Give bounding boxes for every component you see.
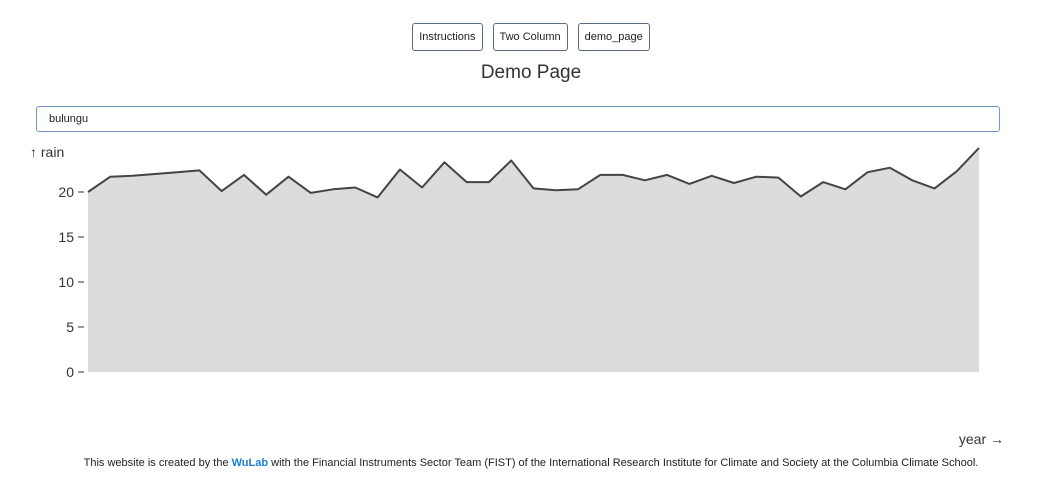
instructions-button[interactable]: Instructions: [412, 23, 483, 51]
y-tick-label: 5: [66, 319, 74, 335]
rain-chart: 0 5 10 15 20 ↑ rain year →: [0, 138, 1050, 450]
footer-text-before: This website is created by the: [83, 457, 232, 469]
y-axis: 0 5 10 15 20: [58, 184, 84, 380]
y-axis-label: ↑ rain: [30, 144, 64, 160]
two-column-button[interactable]: Two Column: [492, 23, 568, 51]
location-input[interactable]: [36, 106, 1000, 132]
demo-page-button[interactable]: demo_page: [577, 23, 650, 51]
chart-svg: 0 5 10 15 20 ↑ rain year →: [30, 144, 1004, 447]
footer-text-after: with the Financial Instruments Sector Te…: [268, 457, 979, 469]
y-tick-label: 15: [58, 229, 74, 245]
x-axis-label: year →: [959, 431, 1004, 447]
nav-bar: Instructions Two Column demo_page: [0, 23, 1050, 51]
footer: This website is created by the WuLab wit…: [0, 457, 1050, 469]
y-tick-label: 10: [58, 274, 74, 290]
y-tick-label: 0: [66, 364, 74, 380]
wulab-link[interactable]: WuLab: [232, 457, 268, 469]
rain-area: [88, 147, 979, 372]
y-tick-label: 20: [58, 184, 74, 200]
plot-area: [87, 147, 980, 372]
page-title: Demo Page: [480, 62, 582, 83]
